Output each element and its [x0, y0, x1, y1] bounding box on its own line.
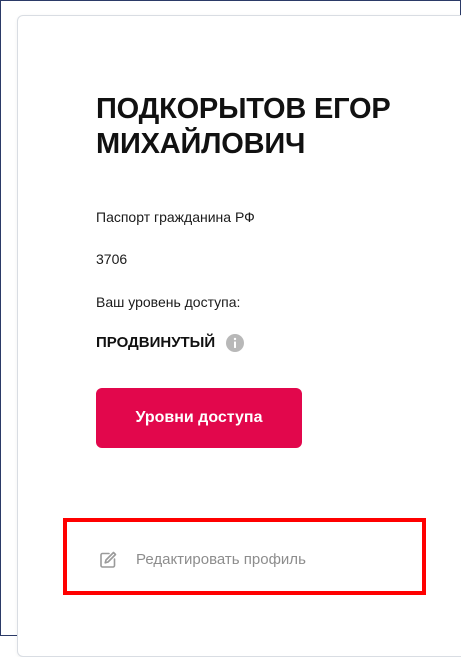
edit-profile-link[interactable]: Редактировать профиль: [98, 548, 306, 572]
document-type: Паспорт гражданина РФ: [96, 209, 255, 225]
access-level-row: ПРОДВИНУТЫЙ: [96, 333, 245, 353]
access-level-value: ПРОДВИНУТЫЙ: [96, 334, 216, 351]
access-levels-button[interactable]: Уровни доступа: [96, 388, 302, 448]
pencil-edit-icon: [98, 550, 118, 570]
document-number: 3706: [96, 251, 128, 267]
edit-profile-label: Редактировать профиль: [136, 551, 306, 568]
access-level-label: Ваш уровень доступа:: [96, 294, 241, 310]
profile-full-name: ПОДКОРЫТОВ ЕГОР МИХАЙЛОВИЧ: [96, 93, 391, 160]
info-icon[interactable]: [226, 334, 245, 352]
